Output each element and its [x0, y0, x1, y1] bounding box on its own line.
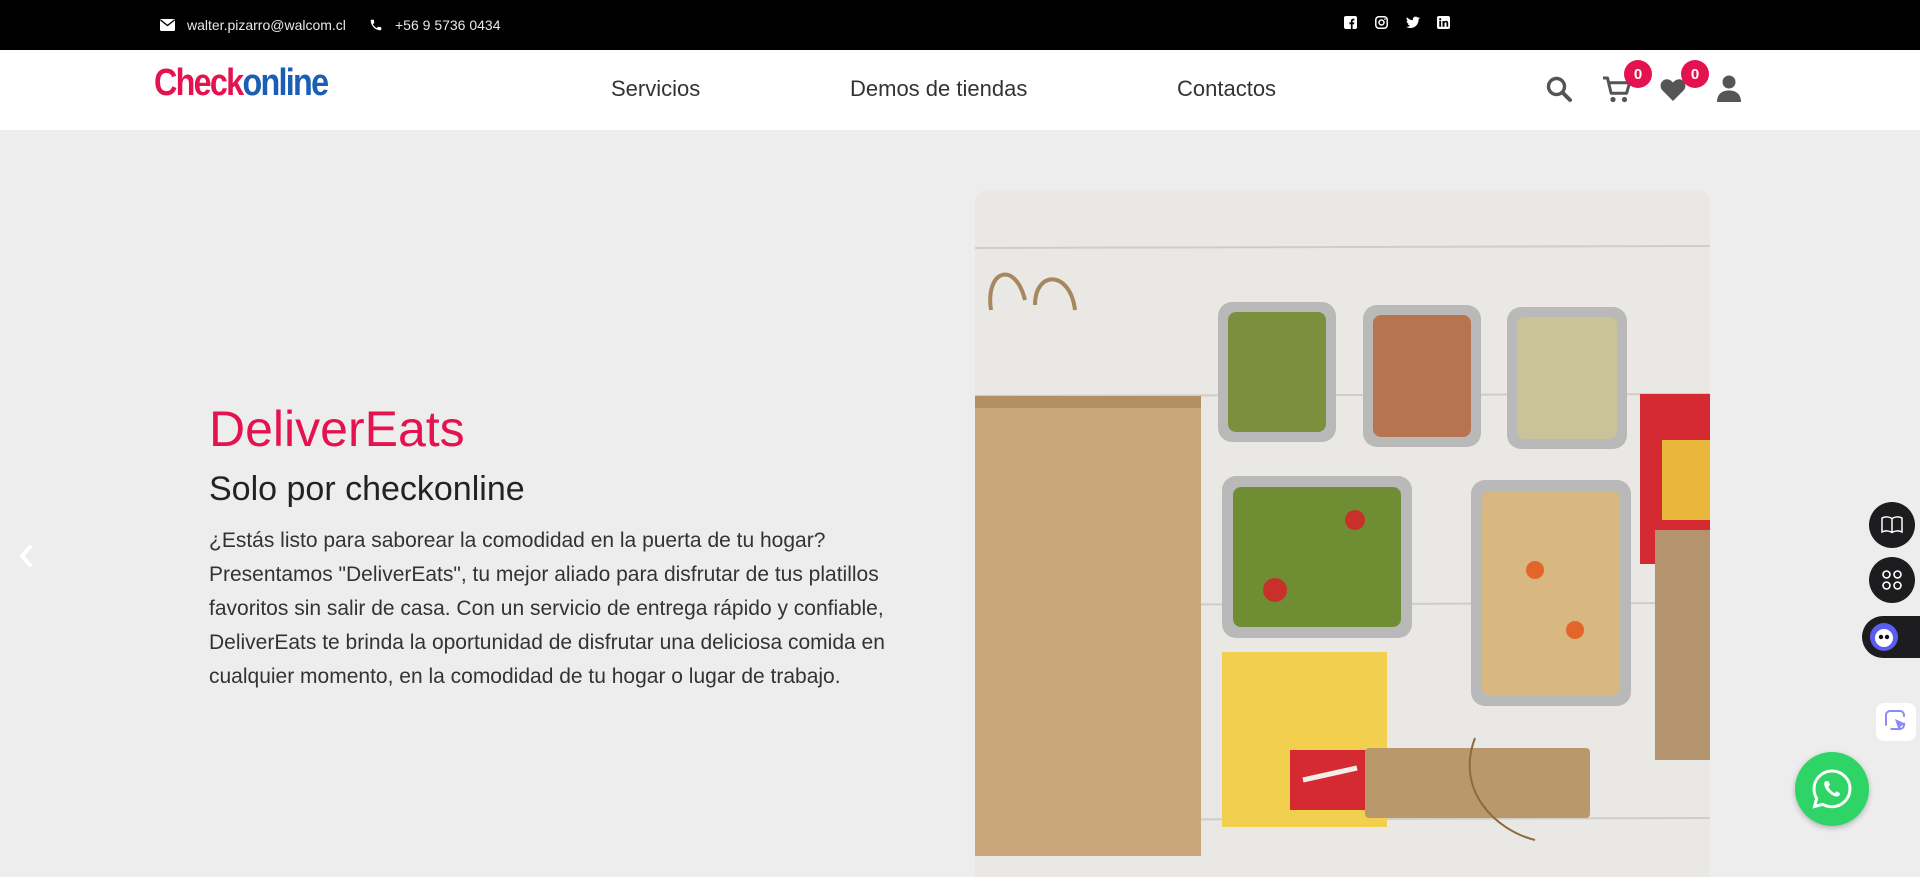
top-contact-bar: walter.pizarro@walcom.cl +56 9 5736 0434 — [0, 0, 1920, 50]
cart-button[interactable]: 0 — [1602, 60, 1652, 106]
command-icon — [1882, 570, 1902, 590]
instagram-icon[interactable] — [1375, 16, 1388, 29]
envelope-icon — [160, 19, 175, 31]
nav-servicios[interactable]: Servicios — [611, 76, 700, 102]
account-button[interactable] — [1716, 72, 1748, 106]
cursor-select-icon — [1885, 710, 1906, 731]
assistant-tab[interactable] — [1862, 616, 1920, 658]
logo-part-check: Check — [154, 62, 244, 104]
hero-food-image — [975, 190, 1710, 877]
reader-mode-button[interactable] — [1869, 502, 1915, 548]
wishlist-button[interactable]: 0 — [1659, 60, 1709, 106]
assistant-bot-icon — [1870, 623, 1898, 651]
nav-contactos[interactable]: Contactos — [1177, 76, 1276, 102]
hero-description: ¿Estás listo para saborear la comodidad … — [209, 529, 885, 688]
whatsapp-icon — [1812, 769, 1852, 809]
phone-contact[interactable]: +56 9 5736 0434 — [369, 0, 501, 50]
carousel-prev-button[interactable] — [16, 542, 36, 570]
apps-button[interactable] — [1869, 557, 1915, 603]
email-text: walter.pizarro@walcom.cl — [187, 17, 346, 33]
search-icon — [1546, 76, 1572, 102]
screenshot-tool-button[interactable] — [1876, 703, 1916, 741]
facebook-icon[interactable] — [1344, 16, 1357, 29]
wishlist-count-badge: 0 — [1681, 60, 1709, 88]
phone-icon — [370, 19, 382, 31]
search-button[interactable] — [1545, 72, 1577, 106]
twitter-icon[interactable] — [1406, 16, 1420, 29]
email-contact[interactable]: walter.pizarro@walcom.cl — [160, 0, 346, 50]
nav-demos-de-tiendas[interactable]: Demos de tiendas — [850, 76, 1027, 102]
book-icon — [1881, 516, 1903, 534]
cart-count-badge: 0 — [1624, 60, 1652, 88]
user-icon — [1717, 75, 1741, 102]
phone-text: +56 9 5736 0434 — [395, 17, 501, 33]
hero-subtitle: Solo por checkonline — [209, 470, 525, 508]
social-links — [1344, 16, 1450, 29]
logo-part-online: online — [242, 62, 329, 104]
checkonline-logo[interactable]: Checkonline — [154, 62, 329, 105]
chevron-left-icon — [20, 545, 32, 567]
hero-title: DeliverEats — [209, 401, 465, 457]
linkedin-icon[interactable] — [1437, 16, 1450, 29]
whatsapp-chat-button[interactable] — [1795, 752, 1869, 826]
main-header: Checkonline Servicios Demos de tiendas C… — [0, 50, 1920, 130]
